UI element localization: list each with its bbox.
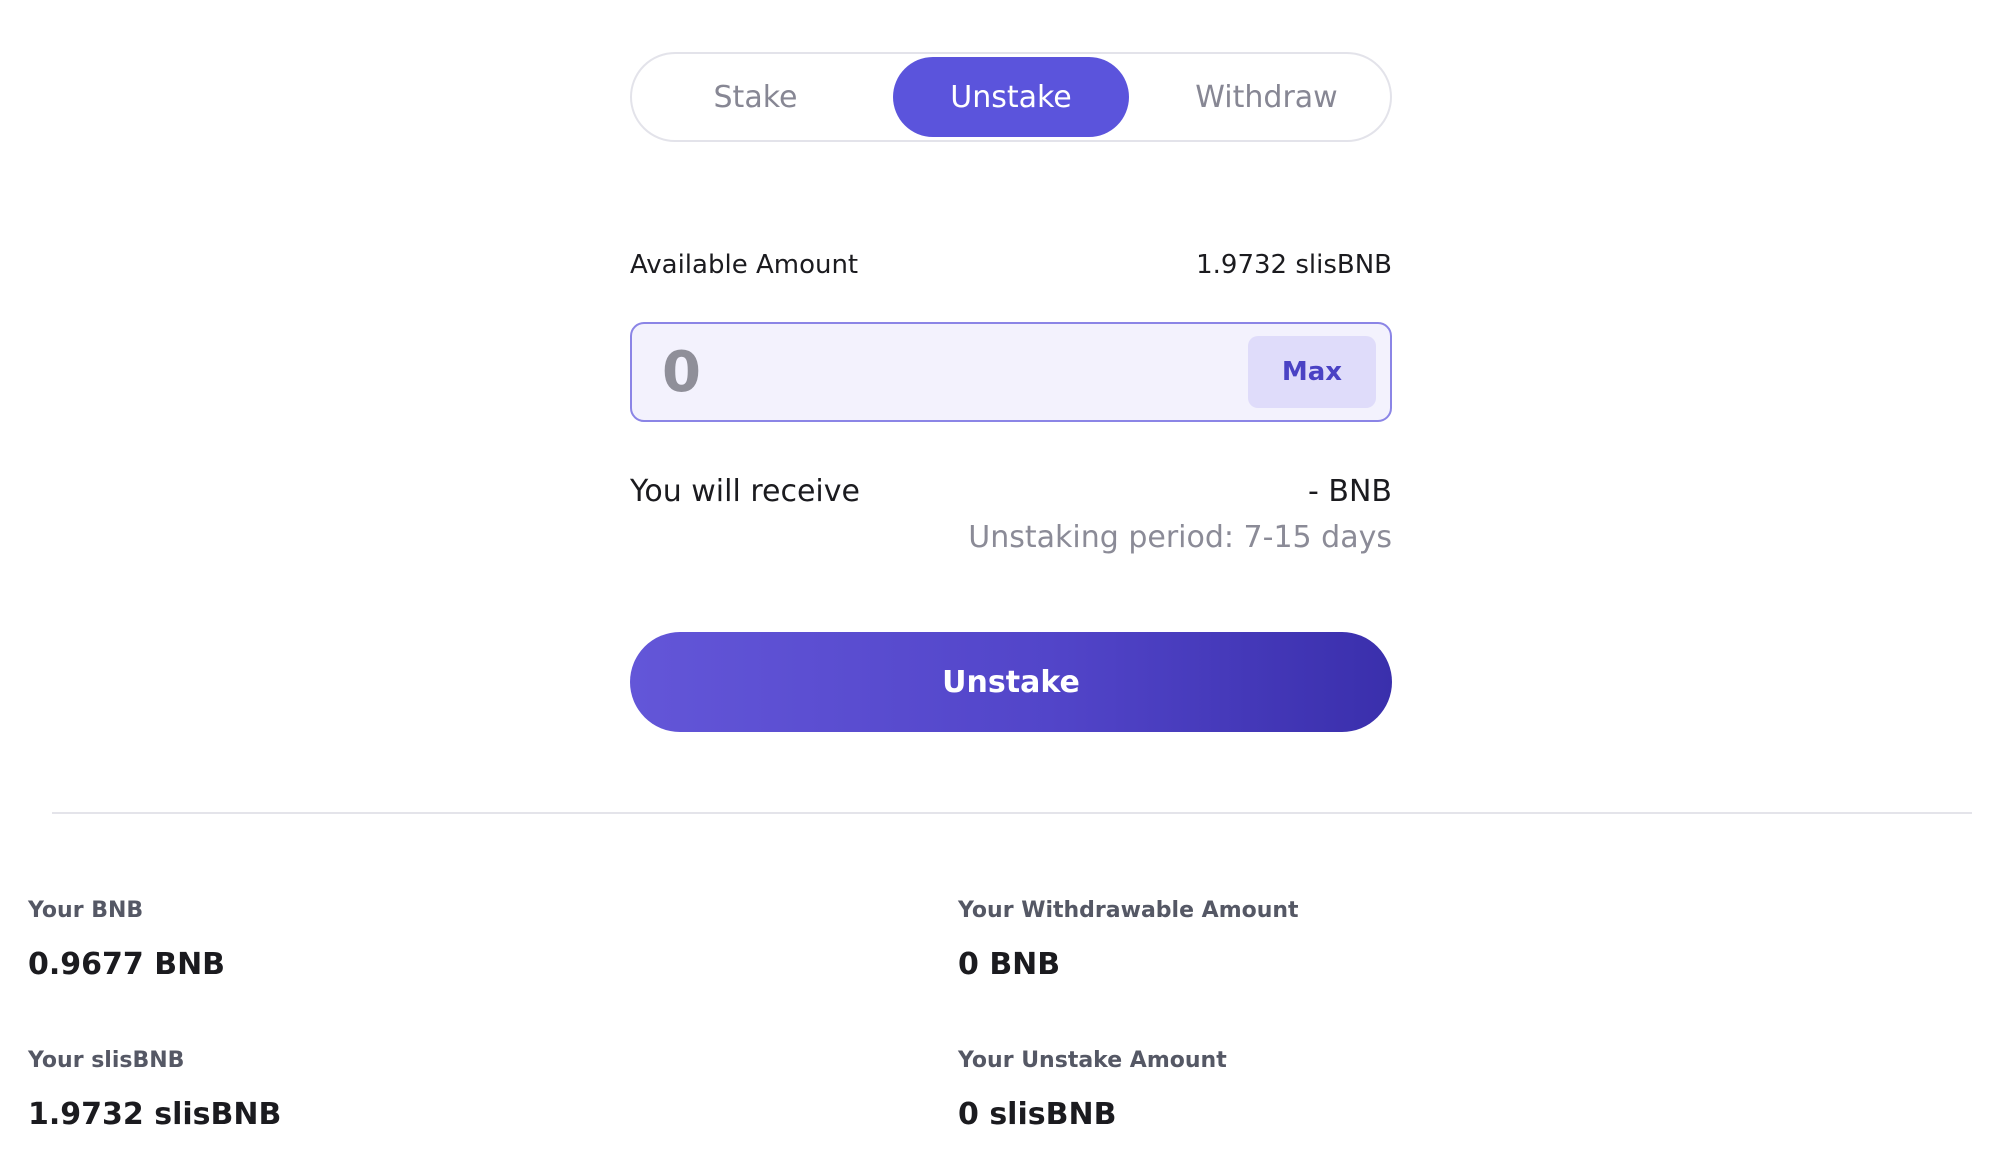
tab-stake[interactable]: Stake [636,57,875,137]
receive-value: - BNB [1308,474,1392,509]
amount-input-box: Max [630,322,1392,422]
stat-your-bnb: Your BNB 0.9677 BNB [28,898,225,982]
tab-withdraw[interactable]: Withdraw [1147,57,1386,137]
unstake-page: Stake Unstake Withdraw Available Amount … [0,0,2008,1166]
tab-bar: Stake Unstake Withdraw [630,52,1392,142]
available-amount-value: 1.9732 slisBNB [1196,250,1392,280]
stat-value: 0 slisBNB [958,1097,1117,1132]
unstake-button[interactable]: Unstake [630,632,1392,732]
stat-unstake-amount: Your Unstake Amount 0 slisBNB [958,1048,1227,1132]
receive-label: You will receive [630,474,860,509]
stat-label: Your BNB [28,898,144,923]
available-amount-label: Available Amount [630,250,859,280]
stat-label: Your Withdrawable Amount [958,898,1299,923]
stat-value: 0.9677 BNB [28,947,226,982]
stat-withdrawable-amount: Your Withdrawable Amount 0 BNB [958,898,1299,982]
amount-input[interactable] [662,334,1242,410]
stat-value: 0 BNB [958,947,1061,982]
stat-your-slisbnb: Your slisBNB 1.9732 slisBNB [28,1048,281,1132]
stat-label: Your slisBNB [28,1048,185,1073]
tab-unstake[interactable]: Unstake [893,57,1129,137]
section-divider [52,812,1972,814]
receive-row: You will receive - BNB [630,474,1392,509]
stat-value: 1.9732 slisBNB [28,1097,282,1132]
unstaking-period-text: Unstaking period: 7-15 days [968,520,1392,555]
stat-label: Your Unstake Amount [958,1048,1227,1073]
max-button[interactable]: Max [1248,336,1376,408]
available-amount-row: Available Amount 1.9732 slisBNB [630,250,1392,280]
